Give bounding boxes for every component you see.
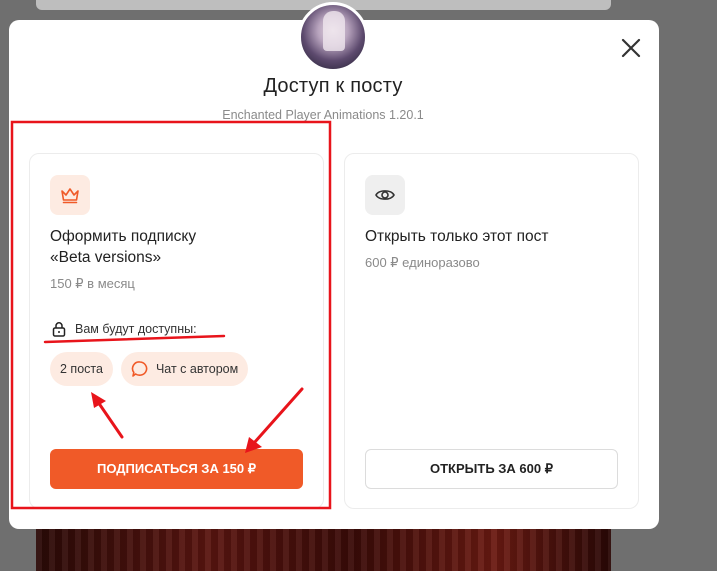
subscription-price: 150 ₽ в месяц	[50, 276, 135, 291]
chip-posts-label: 2 поста	[60, 362, 103, 376]
modal-subtitle: Enchanted Player Animations 1.20.1	[222, 108, 424, 122]
crown-icon	[61, 188, 79, 204]
avatar-figure	[323, 11, 345, 51]
chip-chat-label: Чат с автором	[155, 362, 239, 376]
subscription-title-line1: Оформить подписку	[50, 228, 197, 245]
close-icon	[621, 38, 641, 58]
modal-title: Доступ к посту	[263, 75, 403, 97]
access-row: Вам будут доступны:	[52, 321, 197, 337]
benefit-chips: 2 поста Чат с автором	[50, 352, 249, 386]
close-button[interactable]	[619, 36, 643, 60]
chip-chat[interactable]: Чат с автором	[120, 352, 249, 386]
eye-icon-box	[365, 175, 405, 215]
chip-posts[interactable]: 2 поста	[50, 352, 113, 386]
subscription-card: Оформить подписку «Beta versions» 150 ₽ …	[29, 153, 324, 509]
chat-bubble-icon	[131, 361, 148, 377]
single-post-title: Открыть только этот пост	[365, 228, 549, 245]
lock-icon	[52, 322, 66, 337]
open-post-button[interactable]: ОТКРЫТЬ ЗА 600 ₽	[365, 449, 618, 489]
single-post-card: Открыть только этот пост 600 ₽ единоразо…	[344, 153, 639, 509]
subscription-title: Оформить подписку «Beta versions»	[50, 226, 310, 268]
author-avatar	[298, 2, 368, 72]
access-label: Вам будут доступны:	[75, 322, 197, 336]
crown-icon-box	[50, 175, 90, 215]
access-modal: Доступ к посту Enchanted Player Animatio…	[9, 2, 659, 529]
single-post-price: 600 ₽ единоразово	[365, 255, 480, 270]
subscription-title-line2: «Beta versions»	[50, 249, 162, 266]
eye-icon	[375, 190, 395, 200]
subscribe-button[interactable]: ПОДПИСАТЬСЯ ЗА 150 ₽	[50, 449, 303, 489]
background-post-image	[36, 528, 611, 571]
